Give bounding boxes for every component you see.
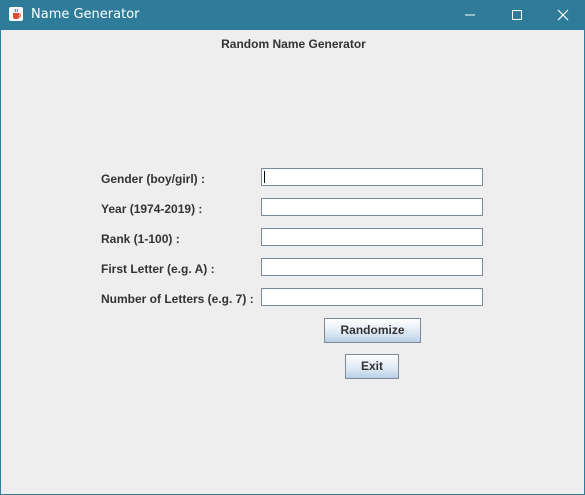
close-button[interactable] bbox=[540, 0, 585, 30]
minimize-button[interactable] bbox=[447, 0, 493, 30]
close-icon bbox=[557, 9, 569, 21]
maximize-icon bbox=[512, 10, 522, 20]
minimize-icon bbox=[465, 14, 475, 16]
content-panel: Random Name Generator Gender (boy/girl) … bbox=[1, 30, 584, 494]
first-letter-label: First Letter (e.g. A) : bbox=[101, 262, 215, 276]
gender-field[interactable] bbox=[261, 168, 483, 186]
gender-label: Gender (boy/girl) : bbox=[101, 172, 206, 186]
first-letter-field[interactable] bbox=[261, 258, 483, 276]
rank-label: Rank (1-100) : bbox=[101, 232, 180, 246]
year-label: Year (1974-2019) : bbox=[101, 202, 203, 216]
page-title: Random Name Generator bbox=[221, 37, 366, 51]
title-bar[interactable]: Name Generator bbox=[0, 0, 585, 30]
number-of-letters-field[interactable] bbox=[261, 288, 483, 306]
number-of-letters-label: Number of Letters (e.g. 7) : bbox=[101, 292, 254, 306]
exit-button[interactable]: Exit bbox=[345, 354, 399, 379]
text-caret bbox=[264, 171, 265, 183]
rank-field[interactable] bbox=[261, 228, 483, 246]
java-cup-icon bbox=[9, 7, 23, 21]
window-title: Name Generator bbox=[31, 7, 140, 22]
year-field[interactable] bbox=[261, 198, 483, 216]
app-window: Name Generator Random Name Generator Gen… bbox=[0, 0, 585, 495]
randomize-button[interactable]: Randomize bbox=[324, 318, 421, 343]
maximize-button[interactable] bbox=[494, 0, 540, 30]
